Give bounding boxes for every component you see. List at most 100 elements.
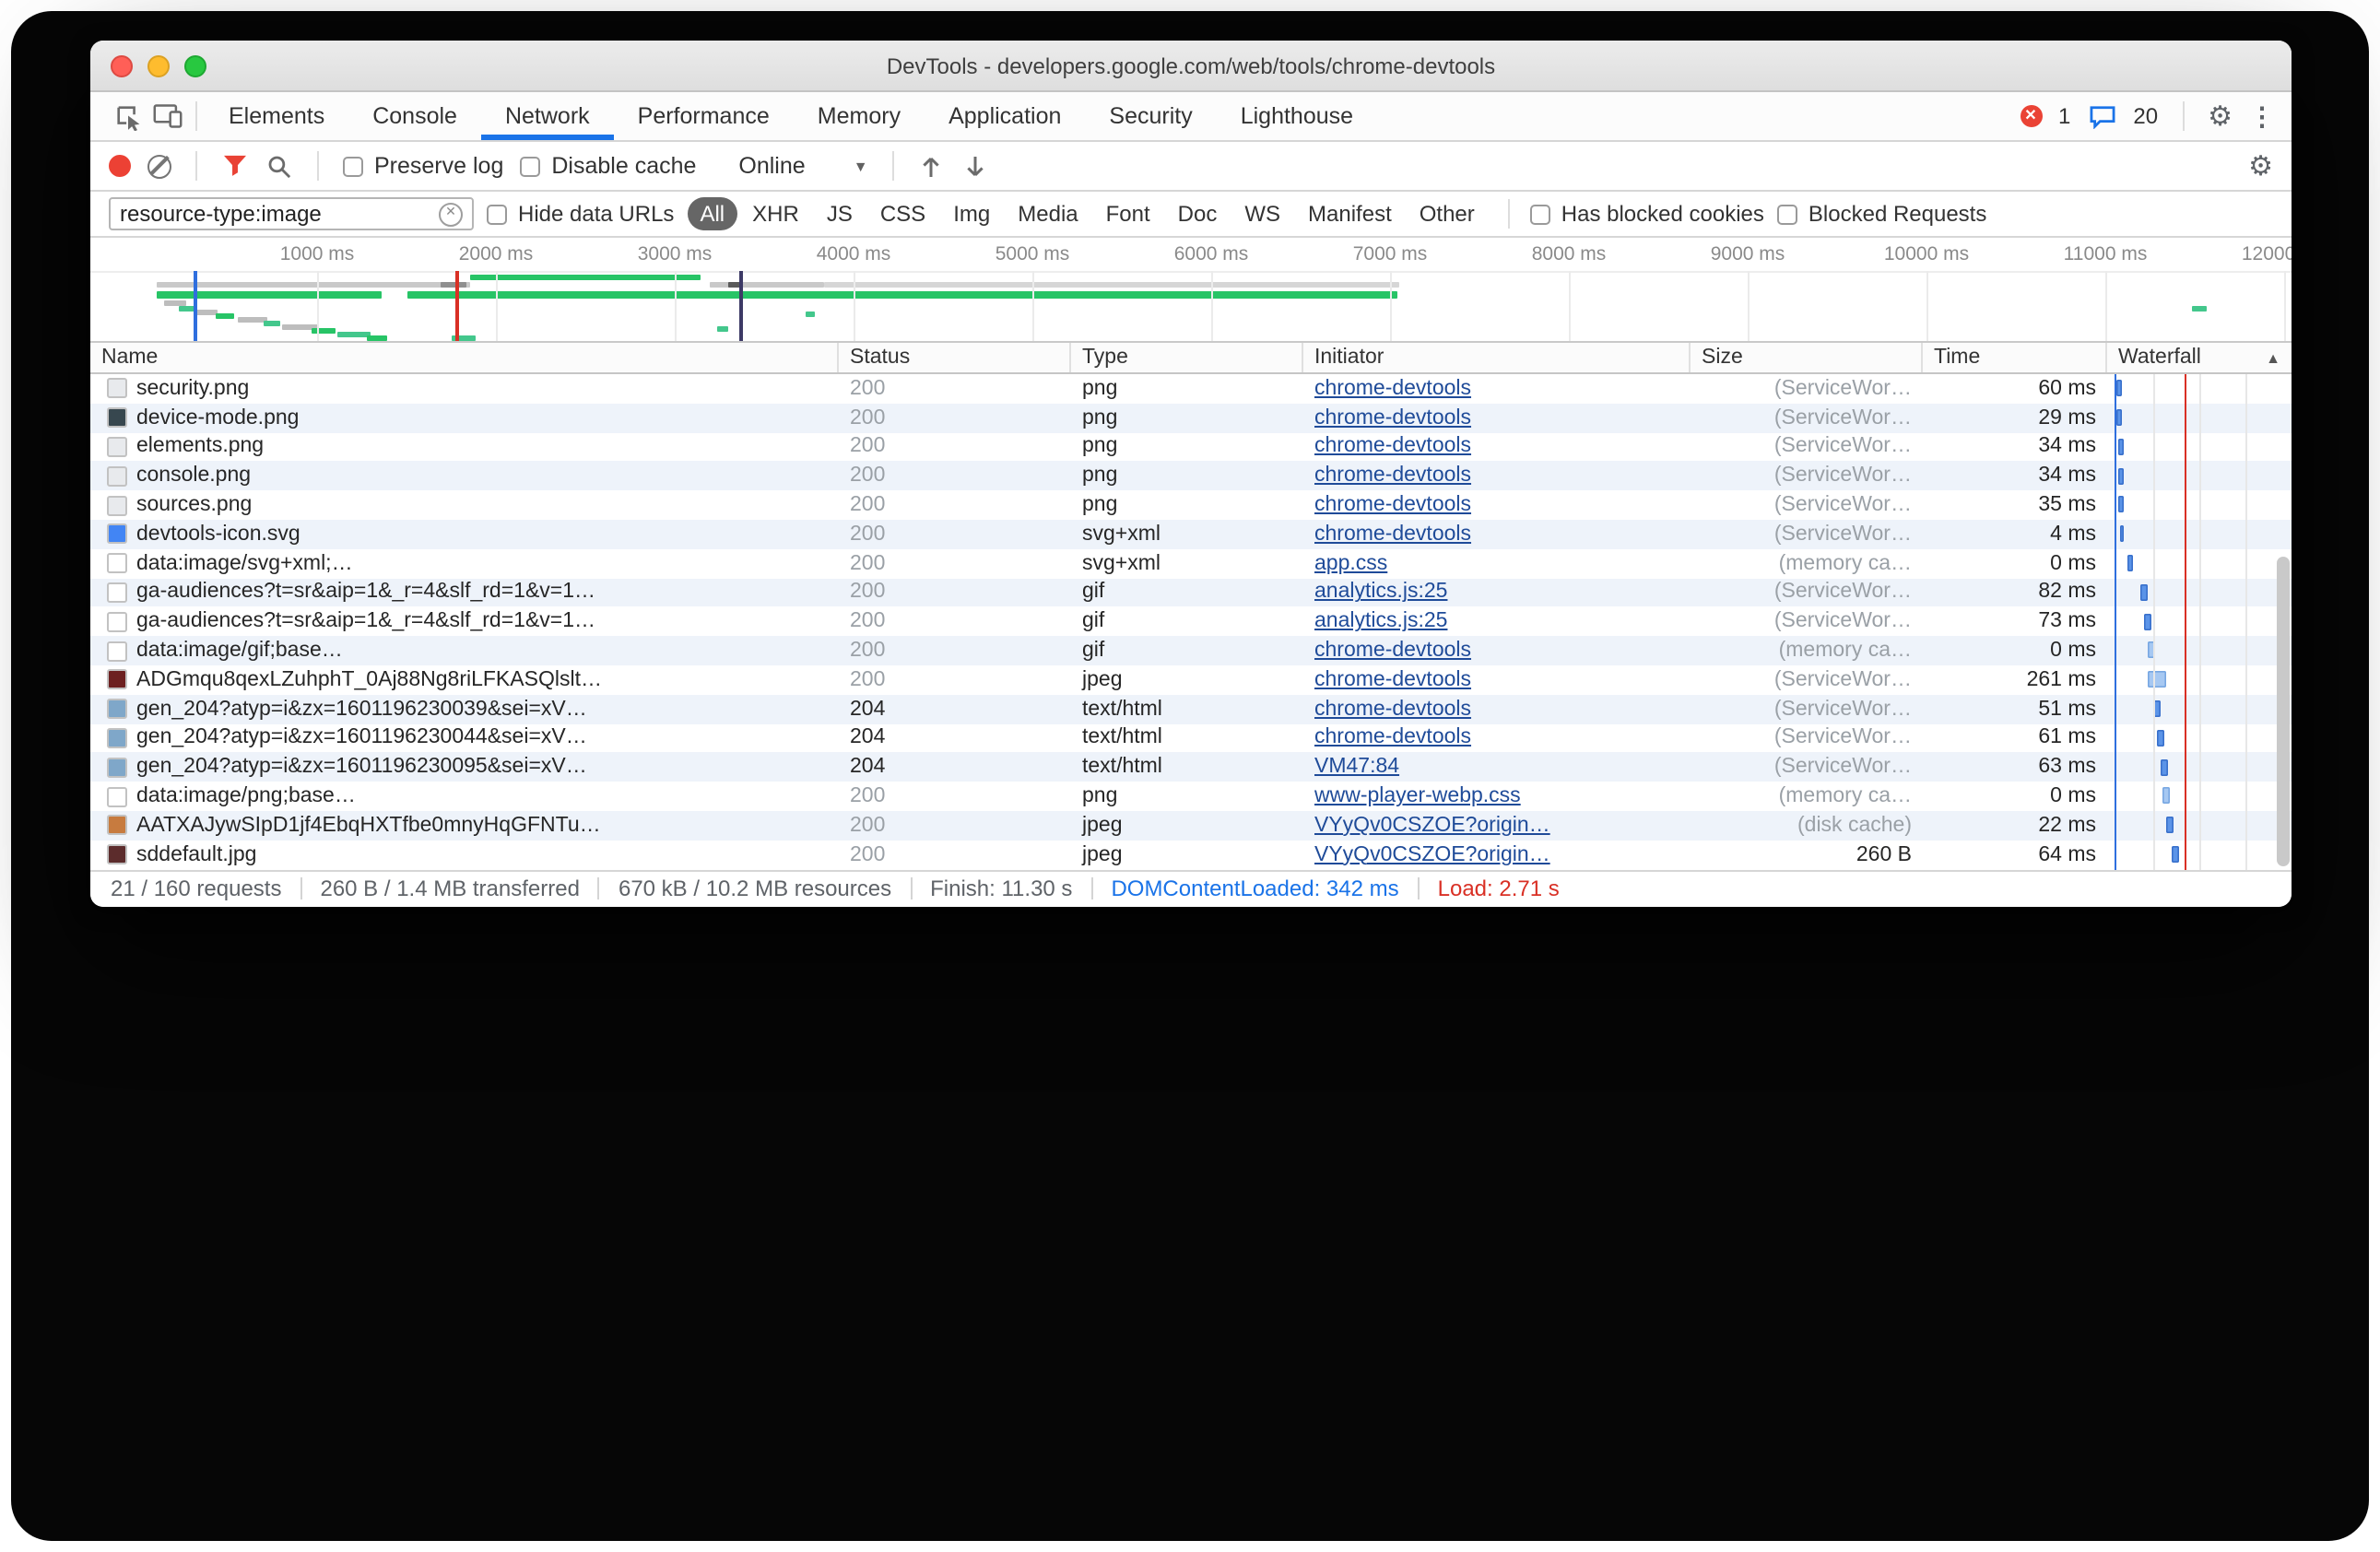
table-row[interactable]: data:image/gif;base…200gifchrome-devtool…	[90, 636, 2292, 665]
vertical-scrollbar[interactable]	[2276, 557, 2289, 866]
filter-pill-xhr[interactable]: XHR	[739, 197, 812, 230]
request-name[interactable]: sddefault.jpg	[136, 843, 256, 865]
table-row[interactable]: devtools-icon.svg200svg+xmlchrome-devtoo…	[90, 520, 2292, 549]
column-header-type[interactable]: Type	[1071, 343, 1303, 372]
column-header-time[interactable]: Time	[1923, 343, 2107, 372]
clear-filter-icon[interactable]: ✕	[439, 202, 463, 226]
table-row[interactable]: ADGmqu8qexLZuhphT_0Aj88Ng8riLFKASQlslt…2…	[90, 665, 2292, 695]
error-badge-icon[interactable]: ✕	[2020, 105, 2042, 127]
initiator-link[interactable]: chrome-devtools	[1314, 698, 1679, 720]
table-row[interactable]: AATXAJywSIpD1jf4EbqHXTfbe0mnyHqGFNTu…200…	[90, 811, 2292, 841]
initiator-link[interactable]: analytics.js:25	[1314, 611, 1679, 633]
export-har-icon[interactable]	[962, 146, 990, 186]
search-icon[interactable]	[265, 146, 293, 186]
inspect-element-icon[interactable]	[107, 96, 147, 136]
table-row[interactable]: sources.png200pngchrome-devtools(Service…	[90, 490, 2292, 520]
has-blocked-cookies-checkbox[interactable]: Has blocked cookies	[1530, 201, 1764, 227]
close-window-button[interactable]	[111, 55, 133, 77]
initiator-link[interactable]: chrome-devtools	[1314, 465, 1679, 488]
network-overview-timeline[interactable]: 1000 ms2000 ms3000 ms4000 ms5000 ms6000 …	[90, 238, 2292, 343]
request-name[interactable]: devtools-icon.svg	[136, 523, 300, 546]
initiator-link[interactable]: app.css	[1314, 552, 1679, 574]
request-name[interactable]: ga-audiences?t=sr&aip=1&_r=4&slf_rd=1&v=…	[136, 611, 595, 633]
import-har-icon[interactable]	[918, 146, 946, 186]
request-name[interactable]: gen_204?atyp=i&zx=1601196230095&sei=xV…	[136, 757, 587, 779]
column-header-waterfall[interactable]: Waterfall▲	[2107, 343, 2292, 372]
throttling-dropdown[interactable]: Online ▼	[738, 153, 867, 179]
clear-network-log-icon[interactable]	[147, 154, 171, 178]
tab-security[interactable]: Security	[1085, 92, 1216, 140]
filter-pill-img[interactable]: Img	[940, 197, 1003, 230]
table-row[interactable]: gen_204?atyp=i&zx=1601196230039&sei=xV…2…	[90, 695, 2292, 724]
initiator-link[interactable]: VYyQv0CSZOE?origin…	[1314, 815, 1679, 837]
tab-console[interactable]: Console	[348, 92, 481, 140]
table-row[interactable]: security.png200pngchrome-devtools(Servic…	[90, 374, 2292, 404]
filter-pill-ws[interactable]: WS	[1231, 197, 1293, 230]
filter-pill-media[interactable]: Media	[1005, 197, 1090, 230]
settings-gear-icon[interactable]: ⚙	[2208, 102, 2233, 130]
tab-performance[interactable]: Performance	[614, 92, 794, 140]
preserve-log-checkbox[interactable]: Preserve log	[343, 153, 503, 179]
filter-pill-doc[interactable]: Doc	[1165, 197, 1231, 230]
tab-network[interactable]: Network	[481, 92, 614, 140]
request-name[interactable]: elements.png	[136, 436, 264, 458]
tab-application[interactable]: Application	[925, 92, 1085, 140]
column-header-name[interactable]: Name	[90, 343, 839, 372]
request-name[interactable]: device-mode.png	[136, 406, 299, 429]
request-name[interactable]: ga-audiences?t=sr&aip=1&_r=4&slf_rd=1&v=…	[136, 582, 595, 604]
request-name[interactable]: gen_204?atyp=i&zx=1601196230039&sei=xV…	[136, 698, 587, 720]
initiator-link[interactable]: www-player-webp.css	[1314, 785, 1679, 807]
initiator-link[interactable]: chrome-devtools	[1314, 523, 1679, 546]
initiator-link[interactable]: chrome-devtools	[1314, 494, 1679, 516]
table-row[interactable]: console.png200pngchrome-devtools(Service…	[90, 462, 2292, 491]
table-row[interactable]: data:image/png;base…200pngwww-player-web…	[90, 782, 2292, 811]
initiator-link[interactable]: chrome-devtools	[1314, 436, 1679, 458]
zoom-window-button[interactable]	[184, 55, 206, 77]
filter-funnel-icon[interactable]	[221, 146, 249, 186]
initiator-link[interactable]: chrome-devtools	[1314, 406, 1679, 429]
request-name[interactable]: ADGmqu8qexLZuhphT_0Aj88Ng8riLFKASQlslt…	[136, 669, 602, 691]
disable-cache-checkbox[interactable]: Disable cache	[520, 153, 696, 179]
filter-pill-js[interactable]: JS	[814, 197, 866, 230]
column-header-size[interactable]: Size	[1691, 343, 1923, 372]
tab-elements[interactable]: Elements	[205, 92, 348, 140]
window-titlebar[interactable]: DevTools - developers.google.com/web/too…	[90, 41, 2292, 92]
device-toolbar-icon[interactable]	[147, 96, 188, 136]
tab-lighthouse[interactable]: Lighthouse	[1217, 92, 1377, 140]
request-name[interactable]: gen_204?atyp=i&zx=1601196230044&sei=xV…	[136, 727, 587, 749]
tab-memory[interactable]: Memory	[794, 92, 925, 140]
blocked-requests-checkbox[interactable]: Blocked Requests	[1777, 201, 1986, 227]
initiator-link[interactable]: VYyQv0CSZOE?origin…	[1314, 843, 1679, 865]
table-row[interactable]: gen_204?atyp=i&zx=1601196230044&sei=xV…2…	[90, 723, 2292, 753]
initiator-link[interactable]: VM47:84	[1314, 757, 1679, 779]
request-name[interactable]: security.png	[136, 378, 249, 400]
initiator-link[interactable]: chrome-devtools	[1314, 378, 1679, 400]
request-name[interactable]: data:image/gif;base…	[136, 640, 343, 662]
filter-pill-css[interactable]: CSS	[867, 197, 938, 230]
error-count[interactable]: 1	[2058, 103, 2070, 129]
initiator-link[interactable]: chrome-devtools	[1314, 669, 1679, 691]
overflow-menu-icon[interactable]: ⋮	[2249, 100, 2275, 132]
message-count[interactable]: 20	[2133, 103, 2158, 129]
column-header-status[interactable]: Status	[839, 343, 1071, 372]
filter-pill-font[interactable]: Font	[1093, 197, 1163, 230]
filter-pill-other[interactable]: Other	[1407, 197, 1488, 230]
initiator-link[interactable]: chrome-devtools	[1314, 640, 1679, 662]
filter-pill-manifest[interactable]: Manifest	[1295, 197, 1405, 230]
table-row[interactable]: device-mode.png200pngchrome-devtools(Ser…	[90, 404, 2292, 433]
request-name[interactable]: data:image/svg+xml;…	[136, 552, 353, 574]
initiator-link[interactable]: chrome-devtools	[1314, 727, 1679, 749]
table-row[interactable]: sddefault.jpg200jpegVYyQv0CSZOE?origin…2…	[90, 841, 2292, 870]
console-messages-icon[interactable]	[2087, 96, 2116, 136]
request-name[interactable]: AATXAJywSIpD1jf4EbqHXTfbe0mnyHqGFNTu…	[136, 815, 601, 837]
table-row[interactable]: data:image/svg+xml;…200svg+xmlapp.css(me…	[90, 549, 2292, 579]
request-name[interactable]: data:image/png;base…	[136, 785, 356, 807]
column-header-initiator[interactable]: Initiator	[1303, 343, 1691, 372]
initiator-link[interactable]: analytics.js:25	[1314, 582, 1679, 604]
record-network-log-icon[interactable]	[109, 155, 131, 177]
table-row[interactable]: elements.png200pngchrome-devtools(Servic…	[90, 432, 2292, 462]
request-name[interactable]: sources.png	[136, 494, 252, 516]
request-name[interactable]: console.png	[136, 465, 251, 488]
filter-pill-all[interactable]: All	[687, 197, 737, 230]
network-settings-gear-icon[interactable]: ⚙	[2248, 152, 2273, 180]
